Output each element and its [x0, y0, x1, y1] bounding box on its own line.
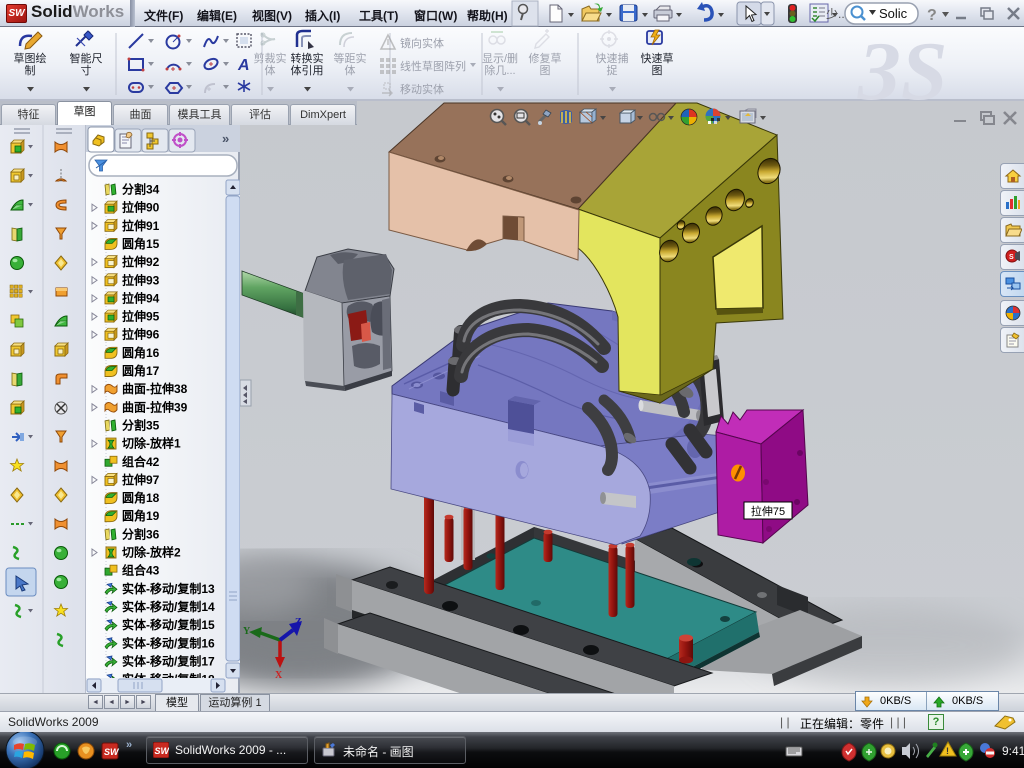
svg-text:体引用: 体引用 — [291, 63, 324, 77]
svg-text:圆角19: 圆角19 — [122, 508, 160, 523]
svg-text:快速捕: 快速捕 — [596, 51, 629, 65]
svg-text:S: S — [1009, 254, 1014, 261]
svg-text:体: 体 — [265, 63, 276, 77]
svg-text:组合42: 组合42 — [122, 454, 160, 469]
svg-text:圆角15: 圆角15 — [122, 236, 160, 251]
svg-text:圆角16: 圆角16 — [122, 345, 160, 360]
svg-text:!: ! — [946, 746, 949, 756]
svg-text:剪裁实: 剪裁实 — [254, 51, 287, 65]
svg-text:实体-移动/复制15: 实体-移动/复制15 — [122, 617, 215, 632]
svg-text:切除-放样1: 切除-放样1 — [122, 436, 181, 451]
svg-text:拉伸94: 拉伸94 — [122, 290, 160, 305]
svg-text:体: 体 — [345, 63, 356, 77]
svg-text:分割36: 分割36 — [122, 526, 160, 541]
svg-text:寸: 寸 — [81, 63, 92, 77]
svg-text:拉伸93: 拉伸93 — [122, 272, 160, 287]
svg-text:图: 图 — [652, 64, 663, 77]
svg-text:A: A — [237, 57, 250, 74]
svg-text:快速草: 快速草 — [641, 52, 674, 65]
svg-text:9:41: 9:41 — [1002, 744, 1024, 758]
svg-text:切除-放样2: 切除-放样2 — [122, 545, 181, 560]
svg-text:实体-移动/复制16: 实体-移动/复制16 — [122, 635, 215, 650]
svg-text:?: ? — [927, 7, 937, 24]
svg-text:转换实: 转换实 — [291, 51, 324, 65]
svg-text:圆角18: 圆角18 — [122, 490, 160, 505]
svg-text:SW: SW — [155, 746, 170, 756]
svg-text:修复草: 修复草 — [529, 51, 562, 65]
svg-text:SW: SW — [104, 747, 120, 757]
svg-text:拉伸95: 拉伸95 — [122, 309, 160, 324]
svg-text:Z: Z — [295, 617, 302, 628]
svg-text:移动实体: 移动实体 — [400, 82, 444, 96]
svg-text:图: 图 — [540, 64, 551, 77]
svg-text:拉伸75: 拉伸75 — [751, 504, 785, 518]
svg-text:草图绘: 草图绘 — [14, 51, 47, 65]
svg-text:分割34: 分割34 — [122, 182, 160, 197]
svg-text:捉: 捉 — [607, 63, 618, 77]
svg-text:除几...: 除几... — [484, 63, 515, 77]
svg-text:组合43: 组合43 — [122, 563, 160, 578]
svg-text:分割35: 分割35 — [122, 417, 160, 432]
svg-text:镜向实体: 镜向实体 — [400, 36, 444, 50]
svg-text:拉伸91: 拉伸91 — [122, 218, 160, 233]
svg-text:Y: Y — [243, 626, 251, 637]
svg-text:智能尺: 智能尺 — [70, 51, 103, 65]
svg-text:拉伸97: 拉伸97 — [122, 472, 160, 487]
svg-text:等距实: 等距实 — [334, 51, 367, 65]
svg-text:线性草图阵列: 线性草图阵列 — [400, 59, 466, 73]
svg-text:»: » — [126, 739, 132, 751]
svg-text:拉伸90: 拉伸90 — [122, 200, 160, 215]
svg-text:拉伸96: 拉伸96 — [122, 327, 160, 342]
svg-text:少..: 少.. — [826, 7, 845, 21]
svg-text:X: X — [275, 670, 283, 681]
svg-text:曲面-拉伸39: 曲面-拉伸39 — [122, 399, 188, 414]
svg-text:圆角17: 圆角17 — [122, 363, 160, 378]
svg-text:显示/删: 显示/删 — [482, 52, 518, 65]
svg-text:拉伸92: 拉伸92 — [122, 254, 160, 269]
svg-text:实体-移动/复制13: 实体-移动/复制13 — [122, 581, 215, 596]
svg-text:实体-移动/复制17: 实体-移动/复制17 — [122, 653, 215, 668]
svg-text:»: » — [222, 131, 229, 146]
svg-text:曲面-拉伸38: 曲面-拉伸38 — [122, 381, 188, 396]
svg-text:Solic: Solic — [879, 6, 908, 21]
svg-text:实体-移动/复制14: 实体-移动/复制14 — [122, 599, 215, 614]
svg-text:制: 制 — [25, 64, 36, 77]
